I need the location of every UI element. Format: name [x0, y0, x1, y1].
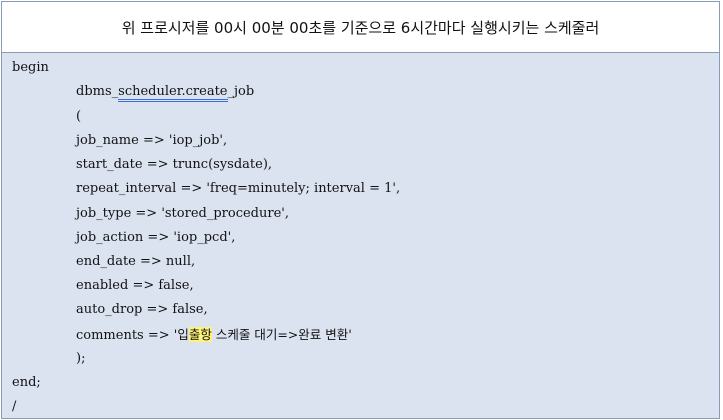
code-comments-suffix: ' — [348, 328, 352, 343]
document-table: 위 프로시저를 00시 00분 00초를 기준으로 6시간마다 실행시키는 스케… — [1, 1, 720, 419]
code-comments-ko-1: 입 — [177, 327, 189, 342]
code-comments-prefix: comments => ' — [76, 328, 178, 343]
code-comments-ko-2: 스케줄 대기=>완료 변환 — [211, 327, 349, 342]
table-title: 위 프로시저를 00시 00분 00초를 기준으로 6시간마다 실행시키는 스케… — [121, 18, 600, 37]
title-row: 위 프로시저를 00시 00분 00초를 기준으로 6시간마다 실행시키는 스케… — [2, 2, 719, 53]
code-block: begin dbms_scheduler.create_job ( job_na… — [2, 53, 719, 418]
code-line-job-type: job_type => 'stored_procedure', — [76, 206, 289, 221]
code-line-comments: comments => '입출항 스케줄 대기=>완료 변환' — [76, 327, 352, 344]
code-line-slash: / — [12, 399, 17, 414]
code-line-repeat-interval: repeat_interval => 'freq=minutely; inter… — [76, 181, 401, 196]
code-line-end: end; — [12, 375, 41, 390]
code-create-underlined: scheduler.create — [118, 84, 228, 102]
code-line-end-date: end_date => null, — [76, 254, 196, 269]
code-line-begin: begin — [12, 60, 49, 75]
code-line-open-paren: ( — [76, 109, 82, 124]
code-comments-highlight: 출항 — [188, 327, 212, 342]
code-create-prefix: dbms_ — [76, 84, 119, 99]
code-line-job-name: job_name => 'iop_job', — [76, 133, 228, 148]
code-line-start-date: start_date => trunc(sysdate), — [76, 157, 273, 172]
code-line-close: ); — [76, 351, 86, 366]
code-line-create-job: dbms_scheduler.create_job — [76, 84, 255, 102]
code-line-auto-drop: auto_drop => false, — [76, 302, 208, 317]
code-line-enabled: enabled => false, — [76, 278, 194, 293]
code-create-suffix: _job — [227, 84, 255, 99]
code-line-job-action: job_action => 'iop_pcd', — [76, 230, 236, 245]
